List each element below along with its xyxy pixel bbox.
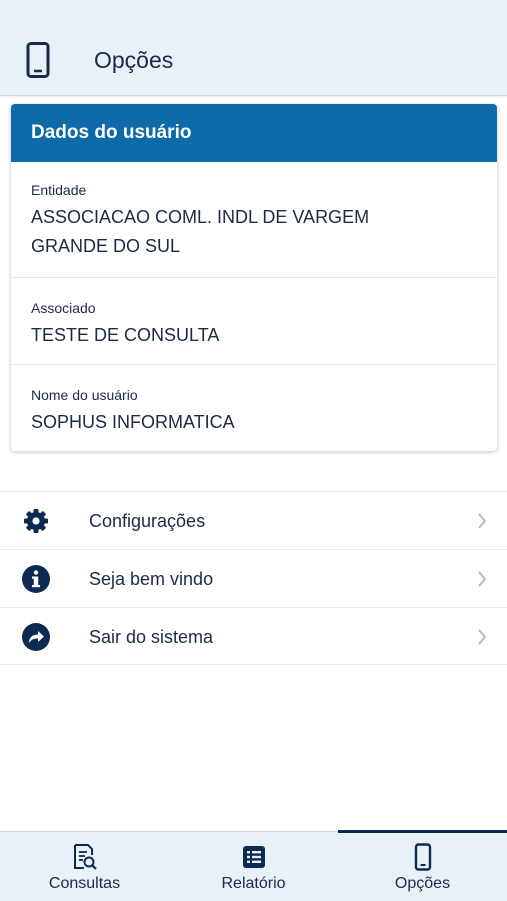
entity-label: Entidade [31,182,87,198]
gear-icon [24,509,48,533]
entity-value: ASSOCIACAO COML. INDL DE VARGEM GRANDE D… [31,207,370,256]
search-document-icon [74,844,97,870]
list-icon [243,846,265,868]
username-value: SOPHUS INFORMATICA [31,412,235,432]
divider [11,277,497,278]
options-menu: Configurações Seja bem vindo Sair do sis… [0,491,507,665]
smartphone-icon [414,843,432,871]
menu-item-welcome[interactable]: Seja bem vindo [0,549,507,607]
chevron-right-icon [478,629,487,645]
tab-label: Opções [394,875,451,892]
divider [11,364,497,365]
associate-field: Associado TESTE DE CONSULTA [11,299,497,350]
tab-relatorio[interactable]: Relatório [169,832,338,901]
tab-label: Relatório [221,875,286,892]
tab-consultas[interactable]: Consultas [0,832,169,901]
tab-opcoes[interactable]: Opções [338,830,507,901]
username-field: Nome do usuário SOPHUS INFORMATICA [11,386,497,437]
smartphone-icon [26,42,50,78]
menu-item-logout[interactable]: Sair do sistema [0,607,507,665]
active-tab-indicator [338,830,507,833]
chevron-right-icon [478,513,487,529]
associate-label: Associado [31,300,96,316]
menu-item-label: Sair do sistema [89,627,214,647]
card-title: Dados do usuário [11,104,497,162]
chevron-right-icon [478,571,487,587]
menu-item-label: Configurações [89,511,206,531]
page-title: Opções [94,47,174,73]
menu-item-settings[interactable]: Configurações [0,491,507,549]
info-icon [22,565,50,593]
share-arrow-icon [22,623,50,651]
username-label: Nome do usuário [31,387,138,403]
bottom-tab-bar: Consultas Relatório Opções [0,830,507,901]
entity-field: Entidade ASSOCIACAO COML. INDL DE VARGEM… [11,181,497,261]
user-data-card: Dados do usuário Entidade ASSOCIACAO COM… [11,104,497,451]
menu-item-label: Seja bem vindo [89,569,214,589]
tab-label: Consultas [48,875,121,892]
app-header: Opções [0,0,507,96]
associate-value: TESTE DE CONSULTA [31,325,220,345]
